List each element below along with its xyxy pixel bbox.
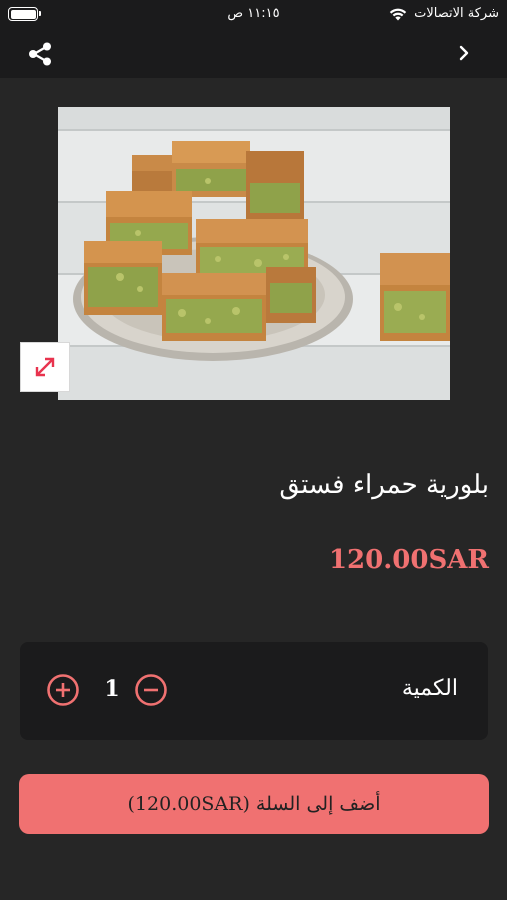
product-name: بلورية حمراء فستق bbox=[279, 470, 489, 500]
plus-circle-icon bbox=[47, 674, 79, 706]
carrier-name: شركة الاتصالات bbox=[414, 6, 499, 21]
share-icon bbox=[29, 42, 51, 66]
increase-quantity-button[interactable] bbox=[46, 673, 80, 707]
quantity-value: 1 bbox=[104, 676, 120, 702]
back-button[interactable] bbox=[453, 42, 475, 64]
quantity-panel: الكمية 1 bbox=[20, 642, 488, 740]
add-to-cart-label: أضف إلى السلة (120.00SAR) bbox=[127, 793, 381, 815]
expand-image-button[interactable] bbox=[20, 342, 70, 392]
top-nav-bar bbox=[0, 28, 507, 78]
product-image bbox=[58, 107, 450, 400]
minus-circle-icon bbox=[135, 674, 167, 706]
status-bar: ١١:١٥ ص شركة الاتصالات bbox=[0, 0, 507, 28]
product-price: 120.00SAR bbox=[328, 545, 489, 575]
share-button[interactable] bbox=[26, 40, 54, 68]
status-carrier-group: شركة الاتصالات bbox=[388, 6, 499, 21]
chevron-right-icon bbox=[459, 45, 469, 61]
decrease-quantity-button[interactable] bbox=[134, 673, 168, 707]
baklava-photo bbox=[58, 107, 450, 400]
expand-arrows-icon bbox=[35, 357, 55, 377]
wifi-icon bbox=[389, 8, 407, 20]
add-to-cart-button[interactable]: أضف إلى السلة (120.00SAR) bbox=[19, 774, 489, 834]
quantity-label: الكمية bbox=[401, 676, 458, 701]
